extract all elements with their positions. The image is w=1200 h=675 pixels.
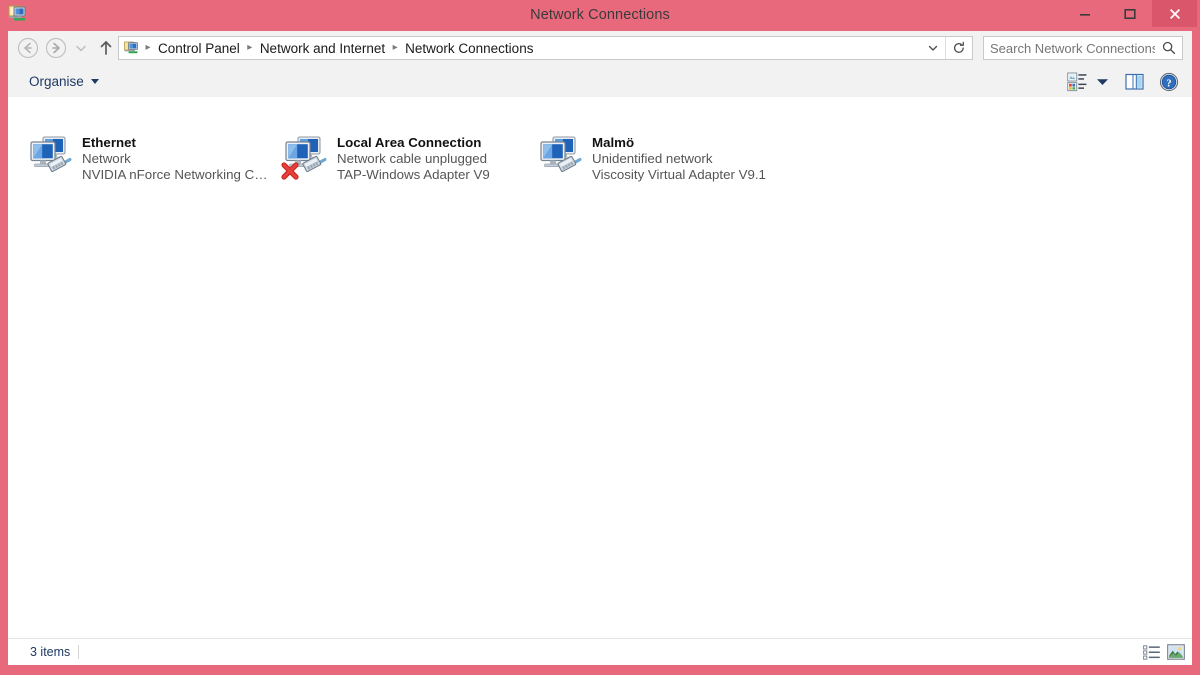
list-item[interactable]: Malmö Unidentified network Viscosity Vir…: [536, 133, 766, 189]
recent-locations-button[interactable]: [72, 36, 90, 60]
network-adapter-icon: [26, 133, 74, 181]
breadcrumb-control-panel[interactable]: Control Panel: [156, 41, 242, 56]
up-button[interactable]: [94, 36, 118, 60]
forward-button[interactable]: [44, 36, 68, 60]
help-icon: ?: [1159, 72, 1179, 91]
chevron-down-icon: [928, 45, 938, 51]
breadcrumb-separator: ▸: [392, 42, 398, 53]
item-count-label: 3 items: [30, 645, 71, 659]
connection-device: NVIDIA nForce Networking Contr...: [82, 167, 272, 182]
connection-device: TAP-Windows Adapter V9: [337, 167, 490, 182]
breadcrumb-network-connections[interactable]: Network Connections: [403, 41, 535, 56]
back-button[interactable]: [16, 36, 40, 60]
breadcrumb-separator: ▸: [247, 42, 253, 53]
connection-status: Unidentified network: [592, 151, 713, 166]
up-arrow-icon: [100, 41, 112, 55]
change-view-icon: [1067, 72, 1087, 91]
title-bar: Network Connections: [0, 0, 1200, 31]
caret-down-icon: [1096, 78, 1108, 85]
list-item-text: Local Area Connection Network cable unpl…: [337, 133, 490, 183]
organise-label: Organise: [29, 74, 84, 89]
network-adapter-icon: [536, 133, 584, 181]
preview-pane-button[interactable]: [1122, 69, 1148, 94]
maximize-icon: [1123, 8, 1136, 19]
connection-device: Viscosity Virtual Adapter V9.1: [592, 167, 766, 182]
network-adapter-glyph: [540, 136, 582, 172]
details-view-icon: [1143, 644, 1160, 660]
breadcrumb-network-and-internet[interactable]: Network and Internet: [258, 41, 387, 56]
help-button[interactable]: ?: [1156, 69, 1182, 94]
connection-name: Malmö: [592, 135, 635, 150]
network-adapter-icon: [281, 133, 329, 181]
list-item[interactable]: Ethernet Network NVIDIA nForce Networkin…: [26, 133, 272, 189]
status-bar: 3 items: [8, 638, 1192, 665]
connection-name: Local Area Connection: [337, 135, 482, 150]
search-box[interactable]: [983, 36, 1183, 60]
connection-status: Network cable unplugged: [337, 151, 488, 166]
large-icons-view-icon: [1167, 644, 1185, 660]
search-input[interactable]: [990, 37, 1155, 59]
connections-list[interactable]: Ethernet Network NVIDIA nForce Networkin…: [8, 97, 1192, 639]
address-bar[interactable]: ▸ Control Panel ▸ Network and Internet ▸…: [118, 36, 973, 60]
close-icon: [1169, 8, 1180, 19]
details-view-button[interactable]: [1142, 643, 1162, 661]
network-connections-window: Network Connections ▸ Control Panel ▸ Ne…: [0, 0, 1200, 675]
change-view-dropdown-button[interactable]: [1094, 69, 1110, 94]
organise-button[interactable]: Organise: [22, 70, 106, 93]
refresh-icon: [953, 41, 964, 53]
svg-text:?: ?: [1166, 78, 1171, 89]
change-view-button[interactable]: [1065, 69, 1091, 94]
client-area: ▸ Control Panel ▸ Network and Internet ▸…: [8, 31, 1192, 665]
breadcrumb-network-icon: [124, 41, 138, 54]
minimize-button[interactable]: [1062, 0, 1107, 27]
forward-arrow-icon: [45, 37, 67, 59]
network-adapter-glyph: [30, 136, 72, 172]
search-icon[interactable]: [1161, 40, 1177, 56]
caret-down-icon: [90, 79, 99, 84]
navigation-bar: ▸ Control Panel ▸ Network and Internet ▸…: [8, 31, 1192, 66]
status-divider: [78, 645, 79, 659]
maximize-button[interactable]: [1107, 0, 1152, 27]
back-arrow-icon: [17, 37, 39, 59]
list-item-text: Ethernet Network NVIDIA nForce Networkin…: [82, 133, 272, 183]
list-item[interactable]: Local Area Connection Network cable unpl…: [281, 133, 490, 189]
large-icons-view-button[interactable]: [1166, 643, 1186, 661]
minimize-icon: [1079, 13, 1090, 16]
refresh-button[interactable]: [945, 37, 972, 59]
chevron-down-icon: [76, 45, 86, 52]
command-toolbar: Organise ?: [8, 66, 1192, 98]
network-adapter-glyph: [281, 136, 327, 180]
list-item-text: Malmö Unidentified network Viscosity Vir…: [592, 133, 766, 183]
address-dropdown-button[interactable]: [922, 37, 944, 59]
connection-name: Ethernet: [82, 135, 136, 150]
close-button[interactable]: [1152, 0, 1197, 27]
breadcrumb-separator: ▸: [145, 42, 151, 53]
window-title: Network Connections: [530, 7, 670, 23]
preview-pane-icon: [1125, 73, 1144, 90]
connection-status: Network: [82, 151, 131, 166]
